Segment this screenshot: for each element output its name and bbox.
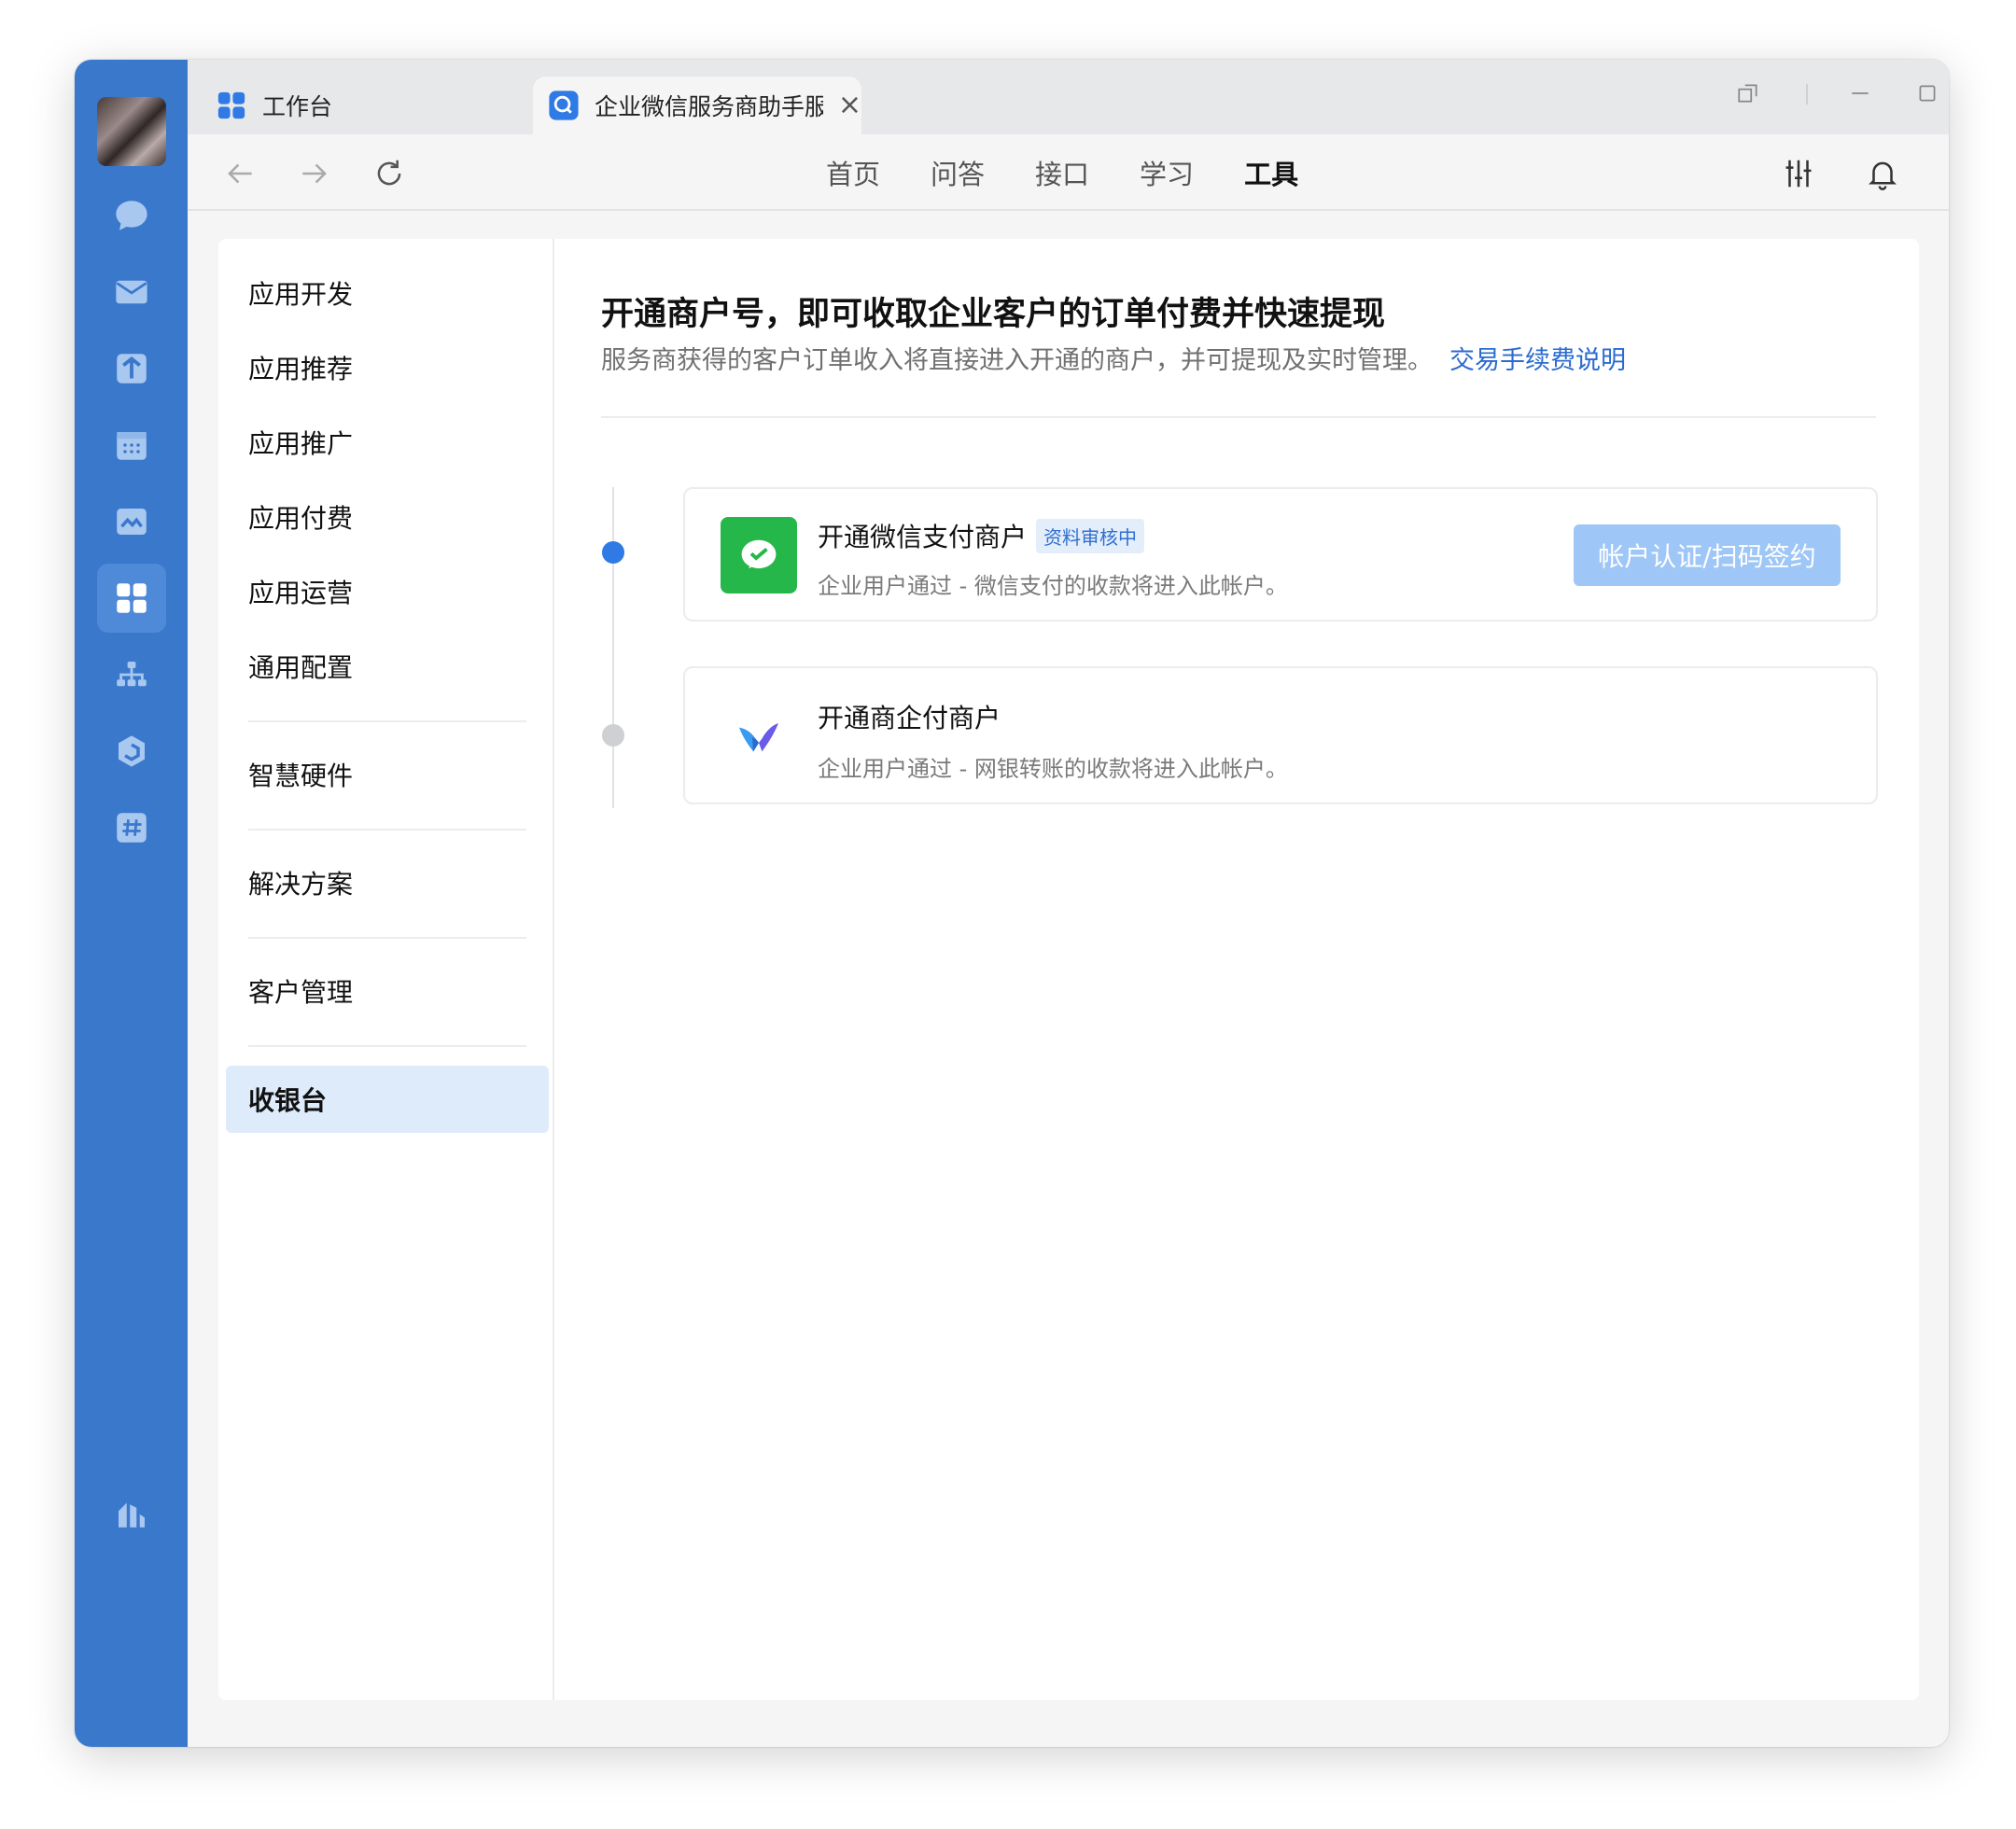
nav-tools[interactable]: 工具 (1244, 153, 1298, 192)
step-dot-active (602, 541, 624, 564)
sidebar-item-solutions[interactable]: 解决方案 (248, 849, 528, 916)
hashtag-icon[interactable] (97, 793, 166, 862)
drive-icon[interactable] (97, 487, 166, 556)
sidebar-item-app-operation[interactable]: 应用运营 (248, 558, 528, 625)
main-panel: 开通商户号，即可收取企业客户的订单付费并快速提现 服务商获得的客户订单收入将直接… (554, 239, 1919, 1700)
merchant-title: 开通商企付商户 (818, 698, 1001, 735)
subtitle-text: 服务商获得的客户订单收入将直接进入开通的商户，并可提现及实时管理。 (601, 346, 1433, 375)
tab-label: 工作台 (262, 93, 333, 120)
merchant-title: 开通微信支付商户 资料审核中 (818, 517, 1145, 554)
sidebar-divider (248, 1045, 526, 1047)
wechat-pay-icon (721, 517, 797, 593)
admin-icon[interactable] (97, 1478, 166, 1547)
content-card: 应用开发 应用推荐 应用推广 应用付费 应用运营 通用配置 智慧硬件 解决方案 … (218, 239, 1919, 1700)
service-assistant-tab-icon (549, 91, 579, 120)
minimize-icon[interactable] (1836, 69, 1884, 118)
tab-workbench[interactable]: 工作台 (216, 77, 524, 134)
merchant-description: 企业用户通过 - 网银转账的收款将进入此帐户。 (818, 756, 1288, 782)
nav-home[interactable]: 首页 (826, 153, 880, 192)
sidebar-item-cashier[interactable]: 收银台 (226, 1066, 549, 1133)
page-title: 开通商户号，即可收取企业客户的订单付费并快速提现 (601, 296, 1386, 333)
sidebar-item-app-recommend[interactable]: 应用推荐 (248, 334, 528, 401)
top-nav: 首页 问答 接口 学习 工具 (826, 134, 1298, 211)
merchant-card-shangqifu: 开通商企付商户 企业用户通过 - 网银转账的收款将进入此帐户。 (683, 666, 1878, 804)
tab-strip: 工作台 企业微信服务商助手服务 × (188, 60, 1949, 134)
apps-cube-icon[interactable] (97, 717, 166, 786)
avatar[interactable] (97, 97, 166, 166)
bell-icon[interactable] (1858, 149, 1907, 198)
settings-sliders-icon[interactable] (1774, 149, 1823, 198)
sidebar-item-customer-mgmt[interactable]: 客户管理 (248, 957, 528, 1025)
step-dot-inactive (602, 724, 624, 747)
toolbar: 首页 问答 接口 学习 工具 (188, 134, 1949, 211)
sidebar-item-app-payment[interactable]: 应用付费 (248, 483, 528, 551)
sidebar-item-app-dev[interactable]: 应用开发 (248, 259, 528, 327)
workbench-icon[interactable] (97, 564, 166, 633)
merchant-title-text: 开通商企付商户 (818, 703, 1001, 733)
chat-icon[interactable] (97, 181, 166, 250)
sidebar: 应用开发 应用推荐 应用推广 应用付费 应用运营 通用配置 智慧硬件 解决方案 … (218, 239, 554, 1700)
tab-label: 企业微信服务商助手服务 (594, 93, 823, 120)
nav-qa[interactable]: 问答 (931, 153, 985, 192)
merchant-description: 企业用户通过 - 微信支付的收款将进入此帐户。 (818, 573, 1288, 599)
sidebar-divider (248, 720, 526, 722)
org-chart-icon[interactable] (97, 640, 166, 709)
workbench-tab-icon (217, 91, 245, 119)
nav-learn[interactable]: 学习 (1140, 153, 1194, 192)
divider (601, 416, 1876, 418)
shangqifu-logo-icon (721, 698, 797, 775)
sidebar-item-smart-hardware[interactable]: 智慧硬件 (248, 741, 528, 808)
merchant-title-text: 开通微信支付商户 (818, 522, 1028, 552)
sidebar-divider (248, 937, 526, 939)
timeline-line (612, 487, 614, 808)
mail-icon[interactable] (97, 258, 166, 327)
status-badge: 资料审核中 (1036, 518, 1145, 553)
forward-arrow-icon[interactable] (290, 149, 339, 198)
fee-explanation-link[interactable]: 交易手续费说明 (1449, 346, 1626, 375)
app-rail (75, 60, 188, 1747)
new-window-icon[interactable] (1940, 149, 1949, 198)
refresh-icon[interactable] (365, 149, 413, 198)
account-verify-button[interactable]: 帐户认证/扫码签约 (1574, 524, 1841, 586)
maximize-icon[interactable] (1903, 69, 1949, 118)
window-control-separator (1806, 84, 1808, 105)
merchant-card-wechat-pay: 开通微信支付商户 资料审核中 企业用户通过 - 微信支付的收款将进入此帐户。 帐… (683, 487, 1878, 621)
sidebar-divider (248, 829, 526, 831)
back-arrow-icon[interactable] (216, 149, 264, 198)
calendar-icon[interactable] (97, 411, 166, 480)
pop-out-icon[interactable] (1724, 69, 1772, 118)
page-subtitle: 服务商获得的客户订单收入将直接进入开通的商户，并可提现及实时管理。 交易手续费说明 (601, 340, 1626, 376)
close-icon[interactable]: × (838, 91, 861, 119)
tab-service-assistant[interactable]: 企业微信服务商助手服务 × (533, 77, 861, 134)
sidebar-item-app-promote[interactable]: 应用推广 (248, 409, 528, 476)
nav-api[interactable]: 接口 (1035, 153, 1089, 192)
app-window: 工作台 企业微信服务商助手服务 × 首 (75, 60, 1949, 1747)
sidebar-item-general-config[interactable]: 通用配置 (248, 633, 528, 700)
docs-upload-icon[interactable] (97, 334, 166, 403)
